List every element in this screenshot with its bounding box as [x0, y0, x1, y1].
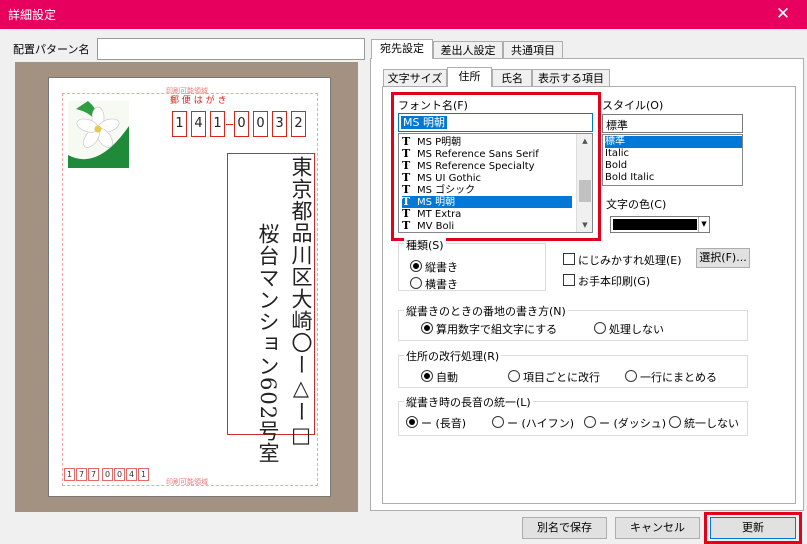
color-swatch: [613, 219, 697, 230]
radio-no-unify-label: 統一しない: [684, 417, 739, 430]
radio-no-process[interactable]: [594, 322, 606, 334]
zip-separator: [226, 124, 233, 125]
recipient-zip-digit: 1: [172, 111, 187, 137]
pattern-name-input[interactable]: [97, 38, 365, 60]
style-item-selected[interactable]: 標準: [605, 136, 742, 148]
style-input[interactable]: 標準: [602, 114, 743, 133]
address-line-2: 桜台マンション602号室: [256, 223, 280, 465]
style-list[interactable]: 標準 Italic Bold Bold Italic: [602, 134, 743, 186]
radio-dash-label: ー (ダッシュ): [599, 417, 667, 430]
sender-zip-digit: 0: [114, 468, 125, 481]
recipient-zip-digit: 0: [234, 111, 249, 137]
sender-zip-digit: 4: [126, 468, 137, 481]
recipient-zip-digit: 4: [191, 111, 206, 137]
tab-sender[interactable]: 差出人設定: [433, 41, 503, 59]
radio-horizontal[interactable]: [410, 277, 422, 289]
recipient-zip-digit: 2: [291, 111, 306, 137]
radio-hyphen-label: ー (ハイフン): [507, 417, 575, 430]
radio-chouon[interactable]: [406, 416, 418, 428]
style-item[interactable]: Italic: [605, 148, 742, 160]
radio-dash[interactable]: [584, 416, 596, 428]
radio-one-line-label: 一行にまとめる: [640, 371, 717, 384]
radio-vertical-label: 縦書き: [425, 261, 458, 274]
radio-kumimoji[interactable]: [421, 322, 433, 334]
chevron-down-icon[interactable]: ▼: [698, 217, 709, 232]
select-button[interactable]: 選択(F)...: [696, 248, 750, 268]
long-vowel-title: 縦書き時の長音の統一(L): [404, 394, 533, 410]
radio-auto-label: 自動: [436, 371, 458, 384]
model-print-checkbox[interactable]: [563, 274, 575, 286]
tab-address[interactable]: 住所: [447, 67, 492, 87]
radio-kumimoji-label: 算用数字で組文字にする: [436, 323, 558, 336]
cancel-button[interactable]: キャンセル: [615, 517, 700, 539]
tab-font-size[interactable]: 文字サイズ: [383, 69, 447, 87]
style-value: 標準: [606, 119, 628, 132]
text-color-select[interactable]: ▼: [610, 216, 710, 233]
style-item[interactable]: Bold: [605, 160, 742, 172]
postcard-title: 郵 便 は が き: [170, 96, 227, 106]
recipient-zip-digit: 1: [210, 111, 225, 137]
window-title: 詳細設定: [8, 8, 57, 22]
orientation-title: 種類(S): [404, 237, 446, 253]
postcard: 印刷可能領域 郵 便 は が き 1 4 1 0 0 3 2 東京都品川区大崎〇…: [48, 77, 331, 497]
font-highlight-frame: [391, 92, 601, 241]
number-style-title: 縦書きのときの番地の書き方(N): [404, 303, 568, 319]
radio-chouon-label: ー (長音): [421, 417, 467, 430]
close-button[interactable]: ✕: [759, 0, 807, 29]
radio-hyphen[interactable]: [492, 416, 504, 428]
radio-vertical[interactable]: [410, 260, 422, 272]
radio-horizontal-label: 横書き: [425, 278, 458, 291]
printable-area-label-bottom: 印刷可能領域: [166, 478, 208, 486]
text-color-label: 文字の色(C): [606, 198, 667, 211]
stamp-image: [68, 101, 129, 168]
update-highlight-frame: [704, 512, 802, 544]
line-break-title: 住所の改行処理(R): [404, 348, 502, 364]
tab-display-items[interactable]: 表示する項目: [532, 69, 610, 87]
close-icon: ✕: [775, 4, 791, 24]
radio-per-item-label: 項目ごとに改行: [523, 371, 600, 384]
sender-zip-digit: 1: [138, 468, 149, 481]
address-line-1: 東京都品川区大崎〇ー△ー□: [289, 156, 313, 448]
model-print-label: お手本印刷(G): [578, 275, 651, 288]
recipient-zip-digit: 3: [272, 111, 287, 137]
recipient-zip-digit: 0: [253, 111, 268, 137]
radio-no-process-label: 処理しない: [609, 323, 664, 336]
title-bar: [0, 0, 807, 29]
sender-zip-digit: 1: [64, 468, 75, 481]
blur-checkbox[interactable]: [563, 253, 575, 265]
radio-one-line[interactable]: [625, 370, 637, 382]
sender-zip-digit: 7: [88, 468, 99, 481]
tab-name[interactable]: 氏名: [492, 69, 532, 87]
sender-zip-digit: 0: [102, 468, 113, 481]
style-label: スタイル(O): [602, 99, 664, 112]
pattern-name-label: 配置パターン名: [13, 43, 90, 56]
blur-label: にじみかすれ処理(E): [578, 254, 682, 267]
radio-per-item[interactable]: [508, 370, 520, 382]
tab-recipient[interactable]: 宛先設定: [371, 39, 433, 59]
sender-zip-digit: 7: [76, 468, 87, 481]
tab-common[interactable]: 共通項目: [503, 41, 563, 59]
style-item[interactable]: Bold Italic: [605, 172, 742, 184]
radio-auto[interactable]: [421, 370, 433, 382]
save-as-button[interactable]: 別名で保存: [522, 517, 607, 539]
radio-no-unify[interactable]: [669, 416, 681, 428]
